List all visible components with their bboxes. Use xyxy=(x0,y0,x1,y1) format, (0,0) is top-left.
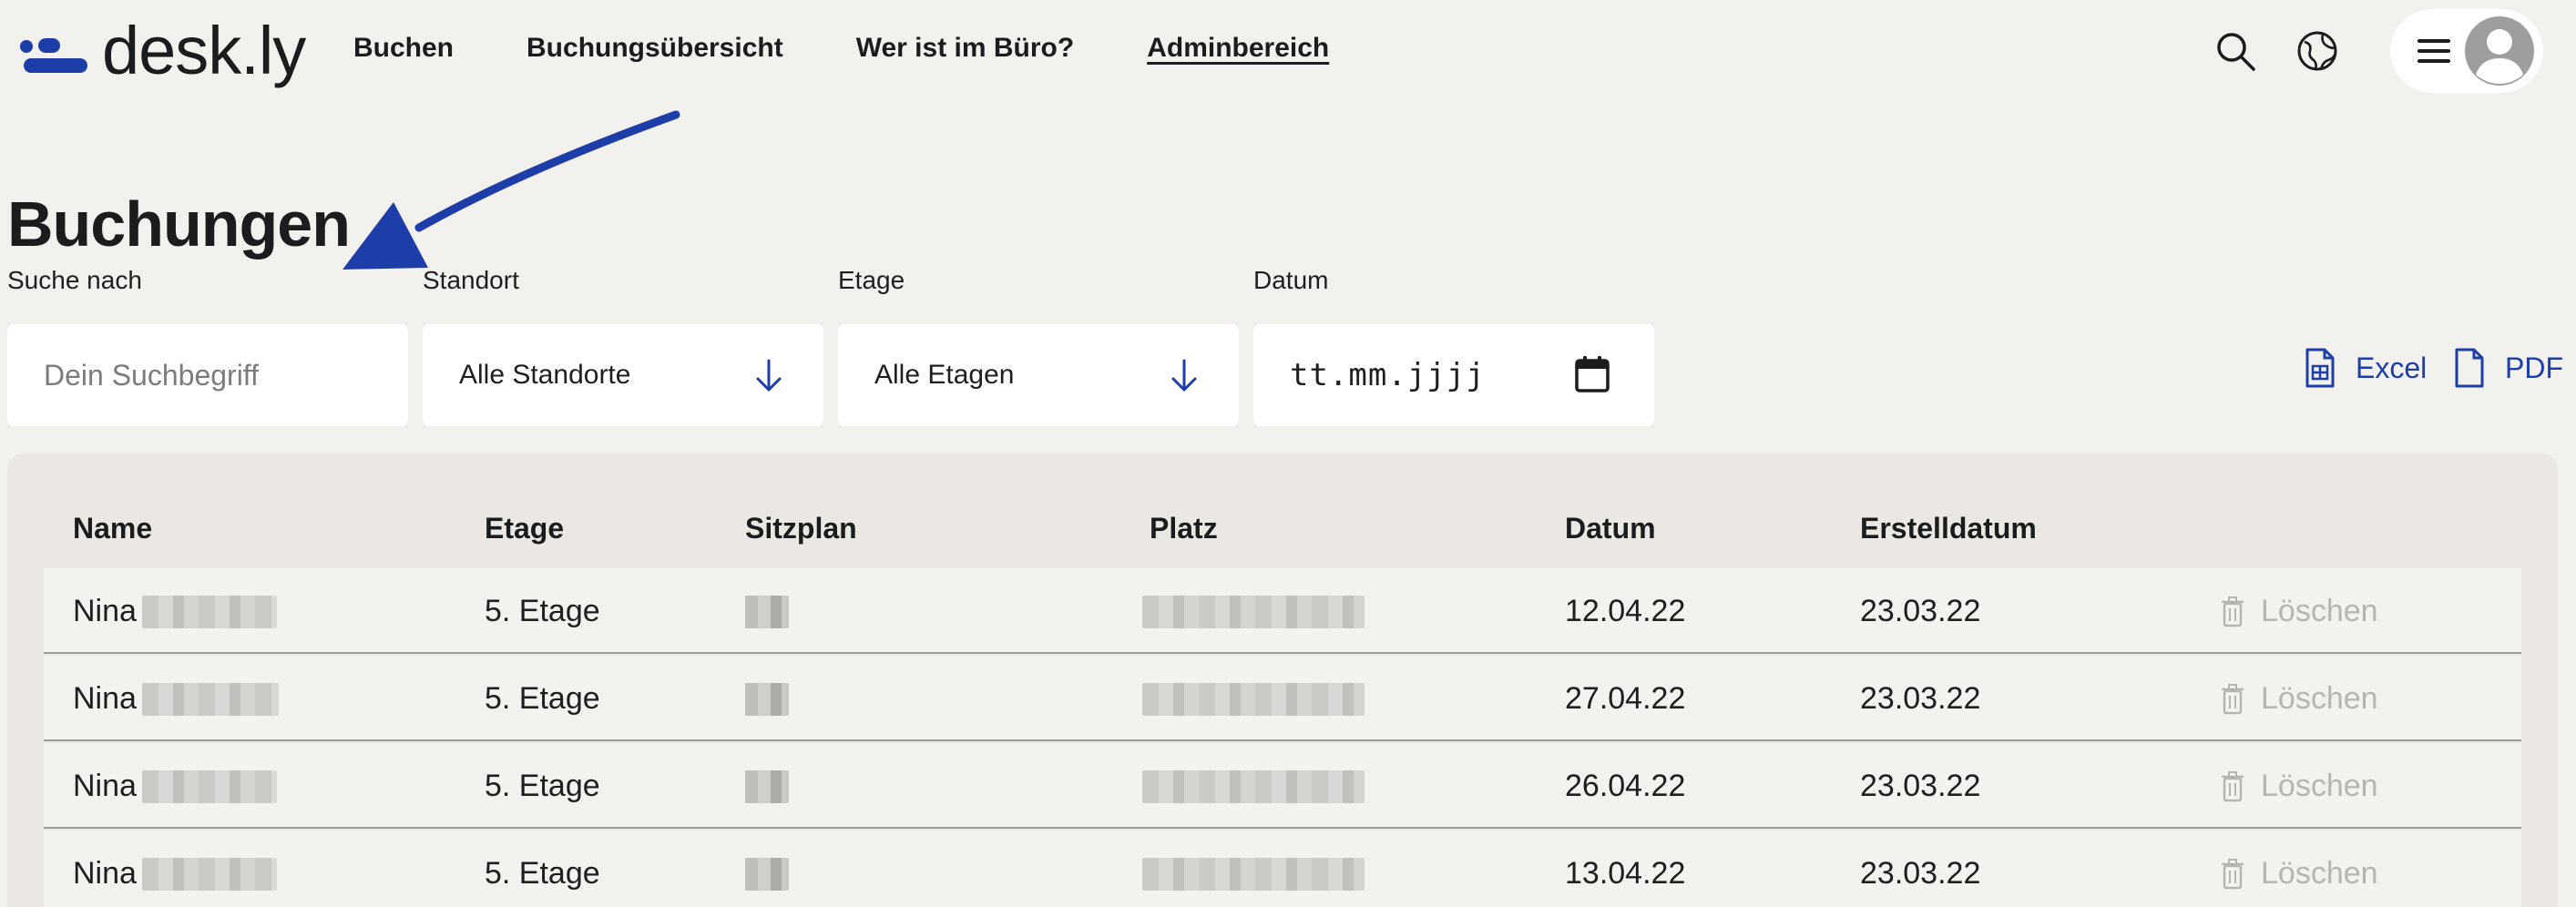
top-bar: desk.ly Buchen Buchungsübersicht Wer ist… xyxy=(0,0,2576,102)
logo-mark-icon xyxy=(20,31,91,73)
table-row: Nina 5. Etage 27.04.22 23.03.22 Löschen xyxy=(44,656,2521,741)
arrow-down-icon xyxy=(1171,359,1197,392)
redacted-surname xyxy=(142,683,279,716)
table-row: Nina 5. Etage 13.04.22 23.03.22 Löschen xyxy=(44,831,2521,907)
delete-label: Löschen xyxy=(2261,681,2378,716)
table-row: Nina 5. Etage 26.04.22 23.03.22 Löschen xyxy=(44,743,2521,829)
export-excel-label: Excel xyxy=(2356,351,2428,384)
search-field xyxy=(7,324,408,426)
calendar-icon[interactable] xyxy=(1574,355,1610,393)
search-input[interactable] xyxy=(44,358,372,392)
column-header-created[interactable]: Erstelldatum xyxy=(1860,512,2037,545)
delete-button[interactable]: Löschen xyxy=(2221,856,2378,892)
column-header-name[interactable]: Name xyxy=(73,512,152,545)
redacted-seat xyxy=(1142,770,1365,803)
floor-select[interactable]: Alle Etagen xyxy=(838,324,1239,426)
row-name: Nina xyxy=(73,681,137,716)
delete-button[interactable]: Löschen xyxy=(2221,769,2378,804)
row-floor: 5. Etage xyxy=(485,856,600,891)
row-date: 26.04.22 xyxy=(1565,769,1686,803)
logo[interactable]: desk.ly xyxy=(20,13,306,89)
user-menu-button[interactable] xyxy=(2390,9,2543,93)
nav-item-adminbereich[interactable]: Adminbereich xyxy=(1147,33,1329,64)
trash-icon xyxy=(2222,770,2244,801)
location-select-value: Alle Standorte xyxy=(459,360,631,390)
row-created: 23.03.22 xyxy=(1860,681,1981,716)
document-icon xyxy=(2455,348,2484,388)
row-floor: 5. Etage xyxy=(485,769,600,803)
page-title: Buchungen xyxy=(7,189,351,260)
export-excel-button[interactable]: Excel xyxy=(2305,348,2427,388)
delete-label: Löschen xyxy=(2261,769,2378,803)
main-nav: Buchen Buchungsübersicht Wer ist im Büro… xyxy=(353,33,1402,64)
globe-icon[interactable] xyxy=(2295,29,2339,73)
redacted-surname xyxy=(142,770,277,803)
date-input-value: tt.mm.jjjj xyxy=(1290,357,1486,393)
row-floor: 5. Etage xyxy=(485,681,600,716)
arrow-down-icon xyxy=(756,359,782,392)
export-pdf-label: PDF xyxy=(2505,351,2563,384)
redacted-seat xyxy=(1142,683,1365,716)
redacted-seating-plan xyxy=(745,770,789,803)
row-date: 27.04.22 xyxy=(1565,681,1686,716)
delete-label: Löschen xyxy=(2261,594,2378,628)
floor-select-value: Alle Etagen xyxy=(874,360,1015,390)
redacted-seat xyxy=(1142,596,1365,628)
column-header-seating-plan[interactable]: Sitzplan xyxy=(745,512,857,545)
column-header-date[interactable]: Datum xyxy=(1565,512,1656,545)
date-label: Datum xyxy=(1253,266,1329,294)
row-name: Nina xyxy=(73,856,137,891)
trash-icon xyxy=(2222,858,2244,889)
redacted-seating-plan xyxy=(745,683,789,716)
avatar-icon xyxy=(2465,16,2534,86)
spreadsheet-icon xyxy=(2305,348,2335,388)
delete-label: Löschen xyxy=(2261,856,2378,891)
location-label: Standort xyxy=(423,266,519,294)
redacted-seating-plan xyxy=(745,596,789,628)
nav-item-buchen[interactable]: Buchen xyxy=(353,33,454,64)
nav-item-buchungsuebersicht[interactable]: Buchungsübersicht xyxy=(526,33,783,64)
nav-item-wer-ist-im-buero[interactable]: Wer ist im Büro? xyxy=(856,33,1074,64)
redacted-seating-plan xyxy=(745,858,789,891)
search-icon[interactable] xyxy=(2213,29,2257,73)
trash-icon xyxy=(2222,596,2244,627)
column-header-floor[interactable]: Etage xyxy=(485,512,564,545)
row-created: 23.03.22 xyxy=(1860,856,1981,891)
row-created: 23.03.22 xyxy=(1860,769,1981,803)
redacted-seat xyxy=(1142,858,1365,891)
export-pdf-button[interactable]: PDF xyxy=(2454,348,2563,388)
row-name: Nina xyxy=(73,769,137,803)
hamburger-icon xyxy=(2418,39,2450,63)
delete-button[interactable]: Löschen xyxy=(2221,594,2378,629)
row-created: 23.03.22 xyxy=(1860,594,1981,628)
redacted-surname xyxy=(142,858,277,891)
search-label: Suche nach xyxy=(7,266,142,294)
floor-label: Etage xyxy=(838,266,905,294)
delete-button[interactable]: Löschen xyxy=(2221,681,2378,717)
location-select[interactable]: Alle Standorte xyxy=(423,324,823,426)
row-date: 13.04.22 xyxy=(1565,856,1686,891)
trash-icon xyxy=(2222,683,2244,714)
annotation-arrow-icon xyxy=(342,110,680,270)
table-row: Nina 5. Etage 12.04.22 23.03.22 Löschen xyxy=(44,568,2521,654)
row-name: Nina xyxy=(73,594,137,628)
row-floor: 5. Etage xyxy=(485,594,600,628)
date-input[interactable]: tt.mm.jjjj xyxy=(1253,324,1654,426)
column-header-seat[interactable]: Platz xyxy=(1150,512,1218,545)
row-date: 12.04.22 xyxy=(1565,594,1686,628)
logo-text: desk.ly xyxy=(102,13,306,88)
redacted-surname xyxy=(142,596,277,628)
